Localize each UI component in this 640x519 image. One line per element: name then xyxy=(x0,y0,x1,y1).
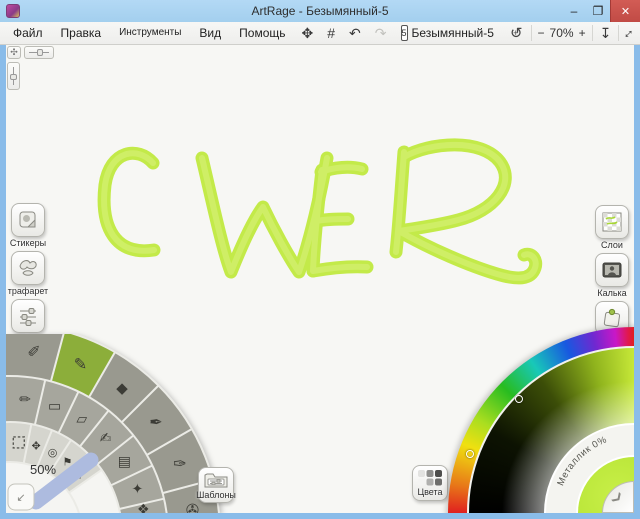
tool-gloop-pen[interactable]: ✑ xyxy=(173,454,186,473)
color-swatches-icon xyxy=(417,469,443,487)
canvas-vertical-slider[interactable] xyxy=(7,62,20,90)
tracing-panel-button[interactable]: Калька xyxy=(590,253,634,298)
tool-paint-tube[interactable]: ▤ xyxy=(118,454,131,470)
menu-file[interactable]: Файл xyxy=(4,22,52,44)
color-samples-button[interactable]: Цвета xyxy=(408,465,452,501)
reference-icon xyxy=(601,307,623,329)
tool-pencil[interactable]: ✏ xyxy=(19,392,31,408)
painted-letter-r xyxy=(396,152,404,252)
layers-panel-button[interactable]: Слои xyxy=(590,205,634,250)
layers-icon xyxy=(601,211,623,233)
paint-canvas[interactable]: ✣ Стикеры трафарет xyxy=(6,45,634,513)
tool-felt-pen[interactable]: ✍ xyxy=(100,431,112,447)
tracing-icon xyxy=(601,259,623,281)
menu-help[interactable]: Помощь xyxy=(230,22,294,44)
document-icon: 5 xyxy=(401,25,408,41)
menu-edit[interactable]: Правка xyxy=(52,22,111,44)
tool-watercolor-brush[interactable]: ✎ xyxy=(74,355,87,374)
hue-marker[interactable] xyxy=(466,450,474,458)
collapse-arrow-icon: ❯ xyxy=(610,489,626,505)
tool-oil-brush[interactable]: ✐ xyxy=(27,342,40,361)
reset-rotation-icon[interactable]: ↺ + xyxy=(502,24,531,42)
artrage-window: ArtRage - Безымянный-5 – ❐ ✕ Файл Правка… xyxy=(0,0,640,519)
stencil-icon xyxy=(17,257,39,279)
menu-view[interactable]: Вид xyxy=(190,22,230,44)
window-title: ArtRage - Безымянный-5 xyxy=(0,4,640,18)
grid-icon[interactable]: # xyxy=(320,22,342,44)
tool-color-sampler[interactable]: ◎ xyxy=(48,446,58,459)
zoom-cluster: − 70% + xyxy=(532,26,592,40)
document-name[interactable]: Безымянный-5 xyxy=(412,26,502,40)
painted-letter-w xyxy=(202,158,327,272)
canvas-pan-button[interactable]: ✣ xyxy=(7,46,21,59)
minimize-button[interactable]: – xyxy=(562,0,586,22)
titlebar: ArtRage - Безымянный-5 – ❐ ✕ xyxy=(0,0,640,22)
zoom-out-button[interactable]: − xyxy=(538,26,545,40)
stencils-panel-button[interactable]: трафарет xyxy=(6,251,50,296)
tool-glitter-tube[interactable]: ✦ xyxy=(132,481,144,497)
color-picker[interactable]: Металлик 0% ❯ xyxy=(450,330,634,513)
canvas-horizontal-slider[interactable] xyxy=(24,46,54,59)
tool-size-value: 50% xyxy=(30,462,56,477)
tool-ink-pen[interactable]: ✒ xyxy=(149,413,162,432)
presets-button[interactable]: Шаблоны xyxy=(194,467,238,503)
painted-letter-c xyxy=(104,153,154,251)
move-canvas-icon[interactable]: ✥ xyxy=(295,22,321,44)
stickers-panel-button[interactable]: Стикеры xyxy=(6,203,50,248)
sticker-icon xyxy=(17,209,39,231)
dock-toolbar-icon[interactable]: ↧ xyxy=(593,22,619,44)
tool-paint-roller[interactable]: ▭ xyxy=(48,399,61,415)
tool-palette-knife[interactable]: ◆ xyxy=(116,379,128,397)
close-button[interactable]: ✕ xyxy=(610,0,640,22)
zoom-level[interactable]: 70% xyxy=(550,26,574,40)
painted-letter-e xyxy=(313,170,322,271)
tool-eraser[interactable]: ▱ xyxy=(76,412,87,428)
collapse-arrow-icon: ↙ xyxy=(16,492,25,504)
zoom-in-button[interactable]: + xyxy=(579,26,586,40)
menubar: Файл Правка Инструменты Вид Помощь ✥ # ↶… xyxy=(0,22,640,45)
fullscreen-icon[interactable]: ↕ xyxy=(619,22,640,44)
redo-icon[interactable]: ↷ xyxy=(368,22,394,44)
folder-presets-icon xyxy=(203,470,229,490)
maximize-button[interactable]: ❐ xyxy=(586,0,610,22)
sliders-icon xyxy=(17,305,39,327)
undo-icon[interactable]: ↶ xyxy=(342,22,368,44)
tool-sticker-spray[interactable]: ❖ xyxy=(137,502,150,513)
tool-transform[interactable]: ✥ xyxy=(31,439,40,452)
menu-tools[interactable]: Инструменты xyxy=(110,22,190,44)
color-sample-marker[interactable] xyxy=(515,395,523,403)
